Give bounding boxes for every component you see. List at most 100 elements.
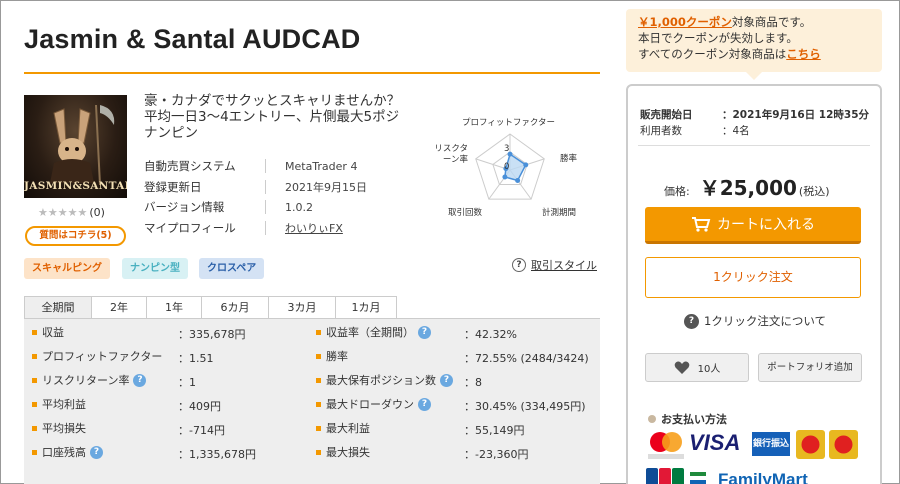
stat-row: 収益率（全期間）? <box>316 320 431 344</box>
stat-row: 最大損失 <box>316 440 370 464</box>
price-tax: (税込) <box>798 185 830 198</box>
radar-label-period: 計測期間 <box>542 208 577 218</box>
stat-label-text: 口座残高 <box>42 446 86 459</box>
product-image-text: JASMIN&SANTAL <box>24 180 127 192</box>
stat-row: 最大保有ポジション数? <box>316 368 453 392</box>
trading-style-link[interactable]: ? 取引スタイル <box>512 257 597 273</box>
stat-value: ：1.51 <box>178 352 214 365</box>
tab-all[interactable]: 全期間 <box>24 296 92 318</box>
radar-point <box>523 162 529 168</box>
stat-label: 最大保有ポジション数? <box>326 372 453 388</box>
tab-6m[interactable]: 6カ月 <box>201 296 269 318</box>
stat-value: ：335,678円 <box>178 328 246 341</box>
stat-row: プロフィットファクター <box>32 344 162 368</box>
stat-row: 収益 <box>32 320 64 344</box>
stat-value: ：30.45% (334,495円) <box>464 400 586 413</box>
meta-row-version: バージョン情報 1.0.2 <box>144 197 367 218</box>
rating-count: (0) <box>89 206 105 219</box>
stat-label-text: 収益率（全期間） <box>326 326 414 339</box>
stat-value: ：8 <box>464 376 482 389</box>
release-row: 販売開始日 ：2021年9月16日 12時35分 <box>640 107 869 123</box>
radar-label-winrate: 勝率 <box>560 154 578 164</box>
stat-label-text: 最大ドローダウン <box>326 398 414 411</box>
stat-label: 平均損失 <box>42 422 86 435</box>
question-icon: ? <box>512 258 526 272</box>
users-row: 利用者数 ：4名 <box>640 123 869 139</box>
tag-nanpin[interactable]: ナンピン型 <box>122 258 188 279</box>
coupon-link[interactable]: こちら <box>786 47 821 61</box>
price: 価格: ￥25,000 (税込) <box>664 172 830 201</box>
stat-row: 平均損失 <box>32 416 86 440</box>
stat-row: 最大ドローダウン? <box>316 392 431 416</box>
coupon-notch <box>746 72 762 80</box>
meta-label: バージョン情報 <box>144 200 225 215</box>
stat-label: リスクリターン率? <box>42 372 147 388</box>
sidebar-divider <box>638 145 870 146</box>
users-label: 利用者数 <box>640 125 682 137</box>
stat-label: 収益 <box>42 326 64 339</box>
coupon-highlight[interactable]: ￥1,000クーポン <box>638 15 732 29</box>
release-label: 販売開始日 <box>640 109 693 121</box>
help-icon[interactable]: ? <box>418 397 431 411</box>
stat-value: ：-714円 <box>178 424 225 437</box>
tab-2y[interactable]: 2年 <box>91 296 147 318</box>
product-image[interactable]: JASMIN&SANTAL <box>24 95 127 198</box>
meta-label: マイプロフィール <box>144 220 236 235</box>
cart-icon <box>692 217 711 232</box>
help-icon[interactable]: ? <box>440 373 453 387</box>
stats-table: 収益 ：335,678円 プロフィットファクター ：1.51 リスクリターン率?… <box>24 318 600 484</box>
meta-row-updated: 登録更新日 2021年9月15日 <box>144 177 367 198</box>
tab-1y[interactable]: 1年 <box>146 296 202 318</box>
portfolio-add-button[interactable]: ポートフォリオ追加 <box>758 353 862 382</box>
stat-value: ：409円 <box>178 400 221 413</box>
help-icon[interactable]: ? <box>90 445 103 459</box>
stat-row: 勝率 <box>316 344 348 368</box>
tab-3m[interactable]: 3カ月 <box>268 296 336 318</box>
tag-cross-pair[interactable]: クロスペア <box>199 258 265 279</box>
add-to-cart-button[interactable]: カートに入れる <box>645 207 861 244</box>
stat-value: ：72.55% (2484/3424) <box>464 352 589 365</box>
stat-label: 最大損失 <box>326 446 370 459</box>
profile-link[interactable]: わいりぃFX <box>285 220 343 236</box>
radar-label-pf: プロフィットファクター <box>462 118 555 128</box>
page-title: Jasmin & Santal AUDCAD <box>24 24 361 54</box>
coupon-line3: すべてのクーポン対象商品は <box>638 47 787 61</box>
tag-scalping[interactable]: スキャルピング <box>24 258 110 279</box>
one-click-order-button[interactable]: 1クリック注文 <box>645 257 861 298</box>
bank-transfer-icon: 銀行振込 <box>752 432 790 456</box>
period-tabs: 全期間 2年 1年 6カ月 3カ月 1カ月 <box>24 296 397 318</box>
favorite-button[interactable]: 10人 <box>645 353 749 382</box>
stat-label: プロフィットファクター <box>42 350 163 363</box>
mastercard-icon <box>648 432 684 459</box>
stat-row: 口座残高? <box>32 440 103 464</box>
stat-row: 最大利益 <box>316 416 370 440</box>
familymart-icon: FamilyMart <box>718 470 808 484</box>
meta-row-system: 自動売買システム MetaTrader 4 <box>144 156 367 177</box>
help-icon[interactable]: ? <box>418 325 431 339</box>
stat-value: ：-23,360円 <box>464 448 529 461</box>
help-icon[interactable]: ? <box>133 373 147 387</box>
product-meta: 自動売買システム MetaTrader 4 登録更新日 2021年9月15日 バージ… <box>144 156 367 238</box>
payment-logos: VISA 銀行振込 FamilyMart <box>646 430 860 484</box>
meta-value: 2021年9月15日 <box>285 180 367 194</box>
product-description: 豪・カナダでサクッとスキャリませんか？平均一日3～4エントリー、片側最大5ポジナ… <box>144 93 401 141</box>
radar-scale-min: 0 <box>504 162 510 172</box>
radar-label-trades: 取引回数 <box>448 208 483 218</box>
payment-dot-icon <box>648 415 656 423</box>
radar-label-risk: リスクターン率 <box>434 144 468 165</box>
stat-value: ：42.32% <box>464 328 517 341</box>
title-divider <box>24 72 600 74</box>
docomo-pay-icon <box>796 430 858 459</box>
stat-label: 平均利益 <box>42 398 86 411</box>
favorite-count: 10人 <box>697 364 721 375</box>
one-click-about-label: 1クリック注文について <box>704 314 826 328</box>
radar-point <box>502 174 508 180</box>
question-icon: ? <box>684 313 699 329</box>
stat-row: 平均利益 <box>32 392 86 416</box>
stat-value: ：1 <box>178 376 196 389</box>
one-click-about-link[interactable]: ? 1クリック注文について <box>684 313 826 329</box>
stat-value: ：1,335,678円 <box>178 448 256 461</box>
users-value: ：4名 <box>722 125 750 137</box>
question-button[interactable]: 質問はコチラ(5) <box>25 226 126 246</box>
tab-1m[interactable]: 1カ月 <box>335 296 397 318</box>
